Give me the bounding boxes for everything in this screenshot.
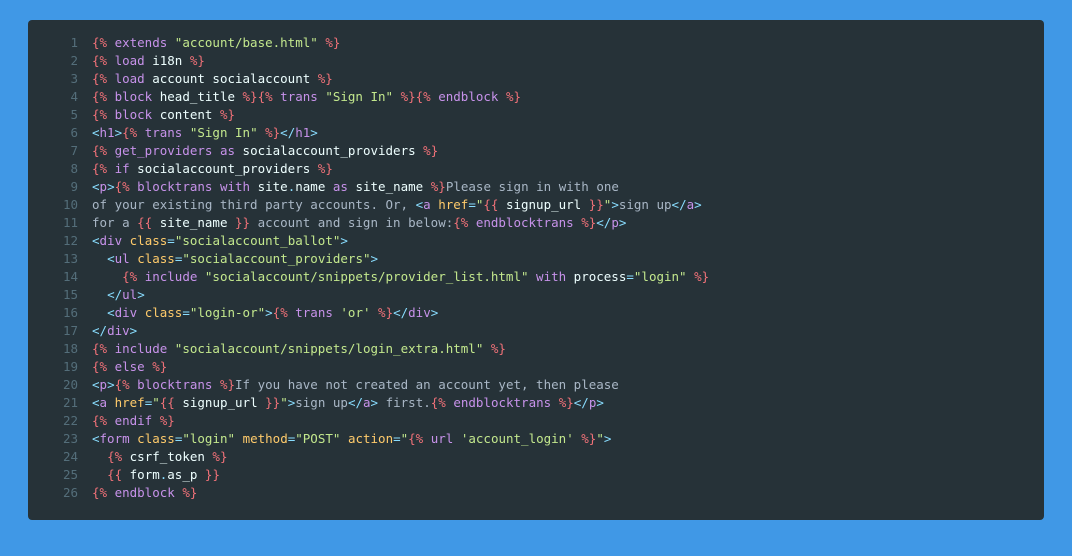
code-line: 16 <div class="login-or">{% trans 'or' %…	[28, 304, 1044, 322]
line-number: 26	[28, 484, 92, 502]
code-line: 17</div>	[28, 322, 1044, 340]
code-line: 6<h1>{% trans "Sign In" %}</h1>	[28, 124, 1044, 142]
line-number: 6	[28, 124, 92, 142]
code-line: 4{% block head_title %}{% trans "Sign In…	[28, 88, 1044, 106]
code-line: 9<p>{% blocktrans with site.name as site…	[28, 178, 1044, 196]
code-editor: 1{% extends "account/base.html" %}2{% lo…	[28, 20, 1044, 520]
code-content: {% load account socialaccount %}	[92, 70, 1044, 88]
line-number: 9	[28, 178, 92, 196]
code-line: 19{% else %}	[28, 358, 1044, 376]
line-number: 3	[28, 70, 92, 88]
code-content: <div class="login-or">{% trans 'or' %}</…	[92, 304, 1044, 322]
code-content: <div class="socialaccount_ballot">	[92, 232, 1044, 250]
code-line: 26{% endblock %}	[28, 484, 1044, 502]
code-content: </div>	[92, 322, 1044, 340]
code-line: 14 {% include "socialaccount/snippets/pr…	[28, 268, 1044, 286]
code-line: 25 {{ form.as_p }}	[28, 466, 1044, 484]
line-number: 1	[28, 34, 92, 52]
code-line: 24 {% csrf_token %}	[28, 448, 1044, 466]
line-number: 7	[28, 142, 92, 160]
code-content: {% get_providers as socialaccount_provid…	[92, 142, 1044, 160]
line-number: 23	[28, 430, 92, 448]
code-content: for a {{ site_name }} account and sign i…	[92, 214, 1044, 232]
code-line: 1{% extends "account/base.html" %}	[28, 34, 1044, 52]
line-number: 12	[28, 232, 92, 250]
code-line: 11for a {{ site_name }} account and sign…	[28, 214, 1044, 232]
line-number: 14	[28, 268, 92, 286]
code-content: {% block head_title %}{% trans "Sign In"…	[92, 88, 1044, 106]
code-content: {% endblock %}	[92, 484, 1044, 502]
code-content: <p>{% blocktrans with site.name as site_…	[92, 178, 1044, 196]
code-content: {% include "socialaccount/snippets/provi…	[92, 268, 1044, 286]
line-number: 25	[28, 466, 92, 484]
code-line: 7{% get_providers as socialaccount_provi…	[28, 142, 1044, 160]
code-line: 12<div class="socialaccount_ballot">	[28, 232, 1044, 250]
code-line: 18{% include "socialaccount/snippets/log…	[28, 340, 1044, 358]
code-content: {% extends "account/base.html" %}	[92, 34, 1044, 52]
code-line: 23<form class="login" method="POST" acti…	[28, 430, 1044, 448]
code-content: </ul>	[92, 286, 1044, 304]
code-line: 10of your existing third party accounts.…	[28, 196, 1044, 214]
line-number: 5	[28, 106, 92, 124]
code-content: <a href="{{ signup_url }}">sign up</a> f…	[92, 394, 1044, 412]
line-number: 13	[28, 250, 92, 268]
line-number: 19	[28, 358, 92, 376]
code-content: <ul class="socialaccount_providers">	[92, 250, 1044, 268]
code-line: 20<p>{% blocktrans %}If you have not cre…	[28, 376, 1044, 394]
code-line: 5{% block content %}	[28, 106, 1044, 124]
line-number: 24	[28, 448, 92, 466]
line-number: 20	[28, 376, 92, 394]
code-content: {% endif %}	[92, 412, 1044, 430]
line-number: 21	[28, 394, 92, 412]
code-line: 21<a href="{{ signup_url }}">sign up</a>…	[28, 394, 1044, 412]
line-number: 22	[28, 412, 92, 430]
code-line: 3{% load account socialaccount %}	[28, 70, 1044, 88]
code-line: 13 <ul class="socialaccount_providers">	[28, 250, 1044, 268]
line-number: 11	[28, 214, 92, 232]
code-content: {% csrf_token %}	[92, 448, 1044, 466]
line-number: 18	[28, 340, 92, 358]
code-content: {% else %}	[92, 358, 1044, 376]
code-content: {% load i18n %}	[92, 52, 1044, 70]
code-content: <h1>{% trans "Sign In" %}</h1>	[92, 124, 1044, 142]
code-line: 8{% if socialaccount_providers %}	[28, 160, 1044, 178]
code-content: {% include "socialaccount/snippets/login…	[92, 340, 1044, 358]
code-content: {{ form.as_p }}	[92, 466, 1044, 484]
code-content: {% block content %}	[92, 106, 1044, 124]
code-line: 22{% endif %}	[28, 412, 1044, 430]
code-content: {% if socialaccount_providers %}	[92, 160, 1044, 178]
code-content: <p>{% blocktrans %}If you have not creat…	[92, 376, 1044, 394]
code-content: of your existing third party accounts. O…	[92, 196, 1044, 214]
line-number: 17	[28, 322, 92, 340]
line-number: 16	[28, 304, 92, 322]
code-line: 15 </ul>	[28, 286, 1044, 304]
line-number: 15	[28, 286, 92, 304]
code-line: 2{% load i18n %}	[28, 52, 1044, 70]
line-number: 10	[28, 196, 92, 214]
line-number: 4	[28, 88, 92, 106]
code-content: <form class="login" method="POST" action…	[92, 430, 1044, 448]
line-number: 2	[28, 52, 92, 70]
line-number: 8	[28, 160, 92, 178]
